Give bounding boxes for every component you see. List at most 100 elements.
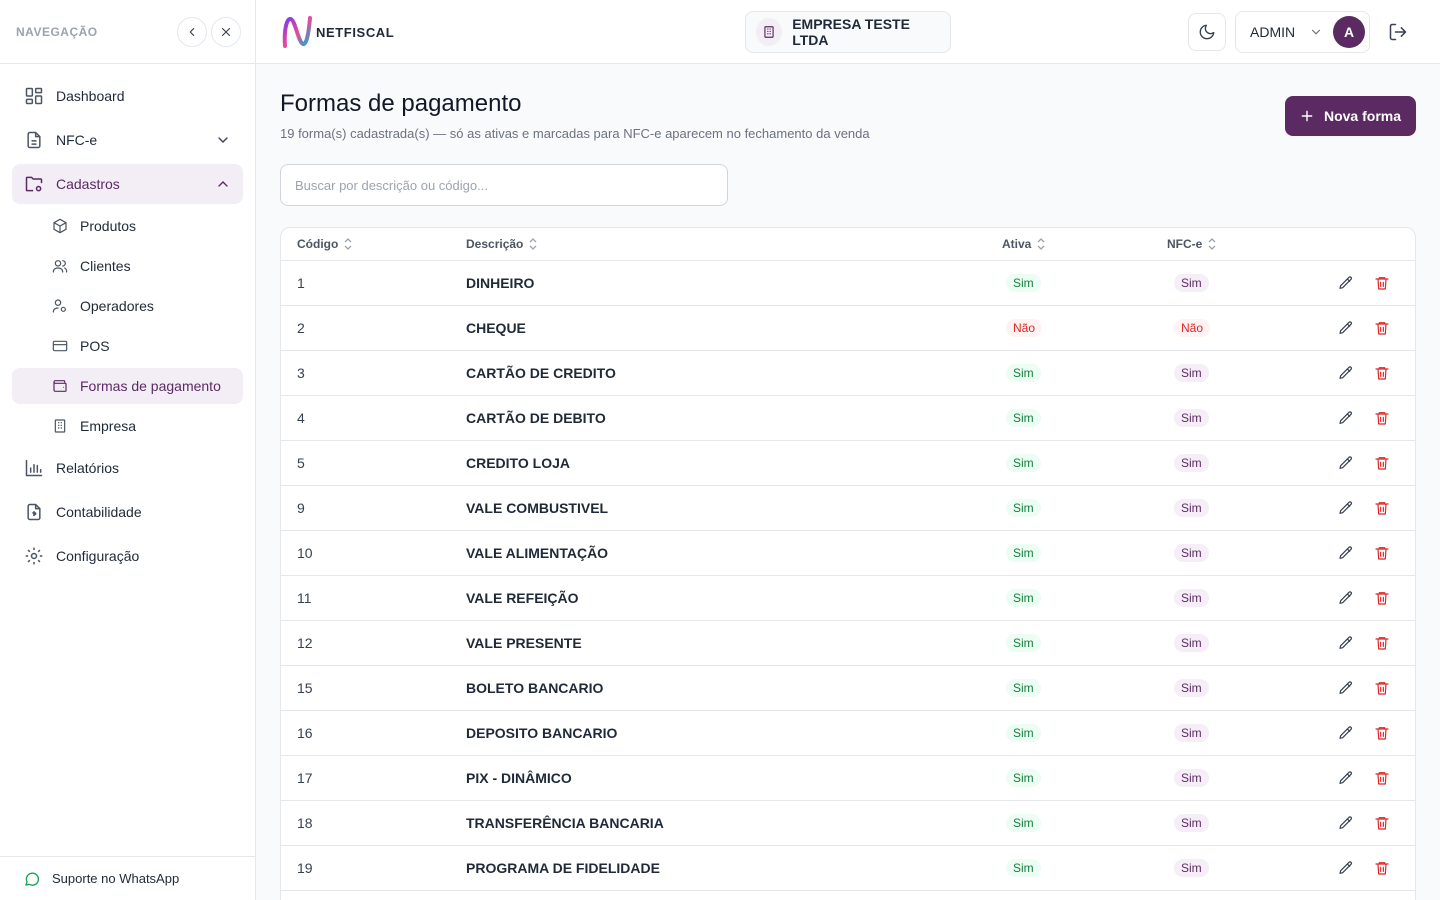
cell-codigo: 10	[297, 545, 313, 561]
column-header-label: NFC-e	[1167, 237, 1203, 251]
table-row[interactable]: 18 TRANSFERÊNCIA BANCARIA Sim Sim	[281, 801, 1415, 846]
table-row[interactable]: 16 DEPOSITO BANCARIO Sim Sim	[281, 711, 1415, 756]
edit-icon[interactable]	[1338, 635, 1354, 651]
table-row[interactable]: 3 CARTÃO DE CREDITO Sim Sim	[281, 351, 1415, 396]
cell-descricao: VALE ALIMENTAÇÃO	[466, 545, 609, 561]
status-badge-ativa: Sim	[1006, 859, 1041, 877]
company-name: EMPRESA TESTE LTDA	[792, 16, 910, 48]
collapse-sidebar-button[interactable]	[177, 16, 207, 47]
user-name: ADMIN	[1250, 24, 1296, 40]
status-badge-ativa: Sim	[1006, 679, 1041, 697]
edit-icon[interactable]	[1338, 275, 1354, 291]
edit-icon[interactable]	[1338, 410, 1354, 426]
edit-icon[interactable]	[1338, 815, 1354, 831]
cell-codigo: 17	[297, 770, 313, 786]
sidebar-item-dashboard[interactable]: Dashboard	[12, 76, 243, 116]
edit-icon[interactable]	[1338, 590, 1354, 606]
logout-button[interactable]	[1386, 20, 1410, 44]
folder-settings-icon	[24, 174, 44, 194]
sidebar-subitem-pos[interactable]: POS	[12, 328, 243, 364]
sort-icon	[529, 238, 537, 250]
edit-icon[interactable]	[1338, 500, 1354, 516]
trash-icon[interactable]	[1374, 365, 1390, 381]
table-header: Código Descrição Ativa NFC-e	[281, 228, 1415, 261]
edit-icon[interactable]	[1338, 770, 1354, 786]
theme-toggle-button[interactable]	[1188, 13, 1226, 51]
status-badge-ativa: Sim	[1006, 364, 1041, 382]
column-header-codigo[interactable]: Código	[297, 237, 352, 251]
trash-icon[interactable]	[1374, 320, 1390, 336]
table-row[interactable]: 12 VALE PRESENTE Sim Sim	[281, 621, 1415, 666]
trash-icon[interactable]	[1374, 500, 1390, 516]
status-badge-ativa: Sim	[1006, 589, 1041, 607]
sidebar-subitem-empresa[interactable]: Empresa	[12, 408, 243, 444]
edit-icon[interactable]	[1338, 860, 1354, 876]
page-subtitle: 19 forma(s) cadastrada(s) — só as ativas…	[280, 126, 870, 141]
sidebar-item-relatorios[interactable]: Relatórios	[12, 448, 243, 488]
new-payment-method-button[interactable]: Nova forma	[1285, 96, 1416, 136]
trash-icon[interactable]	[1374, 545, 1390, 561]
table-row[interactable]: 19 PROGRAMA DE FIDELIDADE Sim Sim	[281, 846, 1415, 891]
cell-codigo: 5	[297, 455, 305, 471]
company-selector[interactable]: EMPRESA TESTE LTDA	[745, 11, 951, 53]
trash-icon[interactable]	[1374, 860, 1390, 876]
status-badge-ativa: Sim	[1006, 724, 1041, 742]
sidebar-item-label: Contabilidade	[56, 504, 142, 520]
column-header-nfce[interactable]: NFC-e	[1167, 237, 1216, 251]
table-row[interactable]: 10 VALE ALIMENTAÇÃO Sim Sim	[281, 531, 1415, 576]
trash-icon[interactable]	[1374, 815, 1390, 831]
trash-icon[interactable]	[1374, 455, 1390, 471]
trash-icon[interactable]	[1374, 635, 1390, 651]
table-row[interactable]: 15 BOLETO BANCARIO Sim Sim	[281, 666, 1415, 711]
table-row[interactable]: 9 VALE COMBUSTIVEL Sim Sim	[281, 486, 1415, 531]
trash-icon[interactable]	[1374, 770, 1390, 786]
grid-icon	[24, 86, 44, 106]
sidebar-subitem-clientes[interactable]: Clientes	[12, 248, 243, 284]
sidebar-subitem-produtos[interactable]: Produtos	[12, 208, 243, 244]
trash-icon[interactable]	[1374, 680, 1390, 696]
table-row[interactable]: 2 CHEQUE Não Não	[281, 306, 1415, 351]
trash-icon[interactable]	[1374, 410, 1390, 426]
trash-icon[interactable]	[1374, 275, 1390, 291]
avatar: A	[1333, 16, 1365, 48]
cell-descricao: BOLETO BANCARIO	[466, 680, 604, 696]
whatsapp-support-link[interactable]: Suporte no WhatsApp	[0, 856, 255, 900]
status-badge-nfce: Sim	[1174, 679, 1209, 697]
cell-descricao: PIX - DINÂMICO	[466, 770, 572, 786]
table-row[interactable]: 17 PIX - DINÂMICO Sim Sim	[281, 756, 1415, 801]
close-sidebar-button[interactable]	[211, 16, 241, 47]
sidebar-subitem-operadores[interactable]: Operadores	[12, 288, 243, 324]
column-header-ativa[interactable]: Ativa	[1002, 237, 1045, 251]
search-input[interactable]	[280, 164, 728, 206]
user-menu-button[interactable]: ADMIN A	[1235, 11, 1370, 53]
cell-codigo: 12	[297, 635, 313, 651]
whatsapp-icon	[24, 871, 40, 887]
sidebar-item-cadastros[interactable]: Cadastros	[12, 164, 243, 204]
payment-methods-table: Código Descrição Ativa NFC-e 1 DINHEIRO Si…	[280, 227, 1416, 900]
edit-icon[interactable]	[1338, 320, 1354, 336]
sidebar-item-nfce[interactable]: NFC-e	[12, 120, 243, 160]
sidebar-item-label: NFC-e	[56, 132, 98, 148]
cell-descricao: DEPOSITO BANCARIO	[466, 725, 618, 741]
table-row[interactable]: 1 DINHEIRO Sim Sim	[281, 261, 1415, 306]
edit-icon[interactable]	[1338, 365, 1354, 381]
sidebar-subitem-label: Formas de pagamento	[80, 378, 221, 394]
cell-descricao: PROGRAMA DE FIDELIDADE	[466, 860, 660, 876]
trash-icon[interactable]	[1374, 590, 1390, 606]
trash-icon[interactable]	[1374, 725, 1390, 741]
edit-icon[interactable]	[1338, 545, 1354, 561]
edit-icon[interactable]	[1338, 725, 1354, 741]
sidebar-subitem-label: Operadores	[80, 298, 154, 314]
edit-icon[interactable]	[1338, 680, 1354, 696]
table-row[interactable]: 5 CREDITO LOJA Sim Sim	[281, 441, 1415, 486]
edit-icon[interactable]	[1338, 455, 1354, 471]
main-content: Formas de pagamento 19 forma(s) cadastra…	[256, 64, 1440, 900]
sidebar-item-configuracao[interactable]: Configuração	[12, 536, 243, 576]
topbar: NETFISCAL EMPRESA TESTE LTDA ADMIN A	[256, 0, 1440, 64]
column-header-descricao[interactable]: Descrição	[466, 237, 537, 251]
table-row[interactable]: 4 CARTÃO DE DEBITO Sim Sim	[281, 396, 1415, 441]
sidebar-subitem-formas-de-pagamento[interactable]: Formas de pagamento	[12, 368, 243, 404]
app-logo[interactable]: NETFISCAL	[280, 14, 394, 50]
sidebar-item-contabilidade[interactable]: Contabilidade	[12, 492, 243, 532]
table-row[interactable]: 11 VALE REFEIÇÃO Sim Sim	[281, 576, 1415, 621]
